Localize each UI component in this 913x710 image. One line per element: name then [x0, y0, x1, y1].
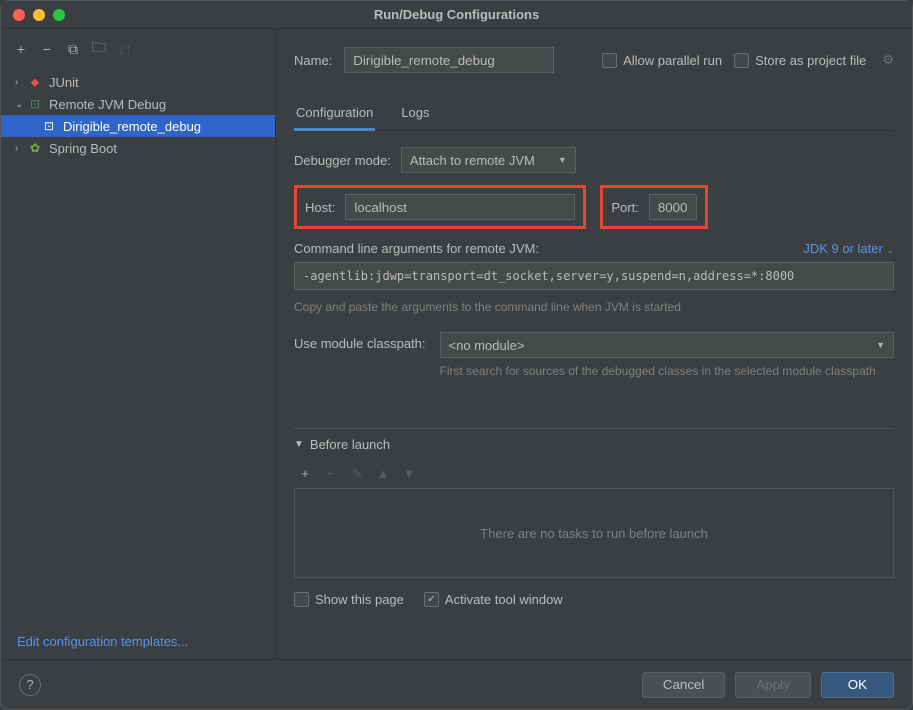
tabs: Configuration Logs — [294, 99, 894, 131]
sidebar-toolbar: + − ⧉ 🗀 ↓↑ — [1, 29, 275, 69]
remove-task-icon[interactable]: − — [324, 466, 338, 482]
move-up-icon[interactable]: ▲ — [376, 466, 390, 482]
config-tree: › ⬥ JUnit ⌄ ⊡ Remote JVM Debug ⊡ Dirigib… — [1, 69, 275, 624]
checkbox-icon — [734, 53, 749, 68]
maximize-window-button[interactable] — [53, 9, 65, 21]
sidebar: + − ⧉ 🗀 ↓↑ › ⬥ JUnit ⌄ ⊡ Remote JVM Debu… — [1, 29, 276, 659]
spring-icon: ✿ — [27, 141, 43, 155]
apply-button[interactable]: Apply — [735, 672, 810, 698]
port-input[interactable] — [649, 194, 697, 220]
checkbox-icon — [424, 592, 439, 607]
select-value: <no module> — [449, 338, 525, 353]
before-launch-header[interactable]: ▼ Before launch — [294, 437, 894, 460]
host-input[interactable] — [345, 194, 575, 220]
chevron-down-icon: ▼ — [294, 439, 304, 450]
cmd-args-box[interactable]: -agentlib:jdwp=transport=dt_socket,serve… — [294, 262, 894, 290]
host-label: Host: — [305, 200, 335, 215]
gear-icon[interactable]: ⚙ — [882, 52, 894, 68]
classpath-hint: First search for sources of the debugged… — [440, 364, 894, 378]
checkbox-label-text: Activate tool window — [445, 592, 563, 607]
chevron-down-icon: ⌄ — [15, 99, 27, 110]
checkbox-icon — [602, 53, 617, 68]
edit-task-icon[interactable]: ✎ — [350, 466, 364, 482]
tree-label: Dirigible_remote_debug — [63, 119, 201, 134]
footer: ? Cancel Apply OK — [1, 659, 912, 709]
titlebar: Run/Debug Configurations — [1, 1, 912, 29]
tab-configuration[interactable]: Configuration — [294, 99, 375, 131]
add-icon[interactable]: + — [13, 41, 29, 57]
checkbox-label-text: Store as project file — [755, 53, 866, 68]
name-label: Name: — [294, 53, 332, 68]
chevron-down-icon: ▼ — [876, 340, 885, 350]
debugger-mode-select[interactable]: Attach to remote JVM ▼ — [401, 147, 576, 173]
debugger-mode-label: Debugger mode: — [294, 153, 391, 168]
cancel-button[interactable]: Cancel — [642, 672, 726, 698]
tree-item-spring-boot[interactable]: › ✿ Spring Boot — [1, 137, 275, 159]
sort-icon[interactable]: ↓↑ — [117, 41, 133, 57]
port-highlight: Port: — [600, 185, 707, 229]
tree-item-remote-jvm[interactable]: ⌄ ⊡ Remote JVM Debug — [1, 93, 275, 115]
empty-tasks-text: There are no tasks to run before launch — [480, 526, 708, 541]
help-button[interactable]: ? — [19, 674, 41, 696]
add-task-icon[interactable]: + — [298, 466, 312, 482]
tab-logs[interactable]: Logs — [399, 99, 431, 130]
classpath-select[interactable]: <no module> ▼ — [440, 332, 894, 358]
show-page-checkbox[interactable]: Show this page — [294, 592, 404, 607]
store-project-checkbox[interactable]: Store as project file — [734, 53, 866, 68]
details-panel: Name: Allow parallel run Store as projec… — [276, 29, 912, 659]
jdk-version-link[interactable]: JDK 9 or later ⌄ — [803, 241, 894, 256]
tree-item-dirigible[interactable]: ⊡ Dirigible_remote_debug — [1, 115, 275, 137]
window-title: Run/Debug Configurations — [1, 7, 912, 22]
debug-config-icon: ⊡ — [41, 119, 57, 133]
debug-icon: ⊡ — [27, 97, 43, 111]
tree-label: Remote JVM Debug — [49, 97, 166, 112]
minimize-window-button[interactable] — [33, 9, 45, 21]
cmd-args-label: Command line arguments for remote JVM: — [294, 241, 539, 256]
tree-label: Spring Boot — [49, 141, 117, 156]
close-window-button[interactable] — [13, 9, 25, 21]
tree-item-junit[interactable]: › ⬥ JUnit — [1, 71, 275, 93]
classpath-label: Use module classpath: — [294, 332, 426, 351]
checkbox-label-text: Show this page — [315, 592, 404, 607]
copy-icon[interactable]: ⧉ — [65, 41, 81, 58]
chevron-down-icon: ⌄ — [886, 245, 894, 255]
select-value: Attach to remote JVM — [410, 153, 535, 168]
host-highlight: Host: — [294, 185, 586, 229]
edit-templates-link[interactable]: Edit configuration templates... — [1, 624, 275, 659]
checkbox-icon — [294, 592, 309, 607]
remove-icon[interactable]: − — [39, 41, 55, 57]
before-launch-tasks: There are no tasks to run before launch — [294, 488, 894, 578]
chevron-right-icon: › — [15, 77, 27, 88]
chevron-right-icon: › — [15, 143, 27, 154]
ok-button[interactable]: OK — [821, 672, 894, 698]
folder-icon[interactable]: 🗀 — [91, 37, 107, 61]
before-launch-toolbar: + − ✎ ▲ ▼ — [294, 460, 894, 488]
cmd-hint: Copy and paste the arguments to the comm… — [294, 300, 894, 314]
tree-label: JUnit — [49, 75, 79, 90]
activate-window-checkbox[interactable]: Activate tool window — [424, 592, 563, 607]
move-down-icon[interactable]: ▼ — [402, 466, 416, 482]
allow-parallel-checkbox[interactable]: Allow parallel run — [602, 53, 722, 68]
chevron-down-icon: ▼ — [558, 155, 567, 165]
before-launch-label: Before launch — [310, 437, 390, 452]
port-label: Port: — [611, 200, 638, 215]
junit-icon: ⬥ — [27, 75, 43, 90]
checkbox-label-text: Allow parallel run — [623, 53, 722, 68]
name-input[interactable] — [344, 47, 554, 73]
